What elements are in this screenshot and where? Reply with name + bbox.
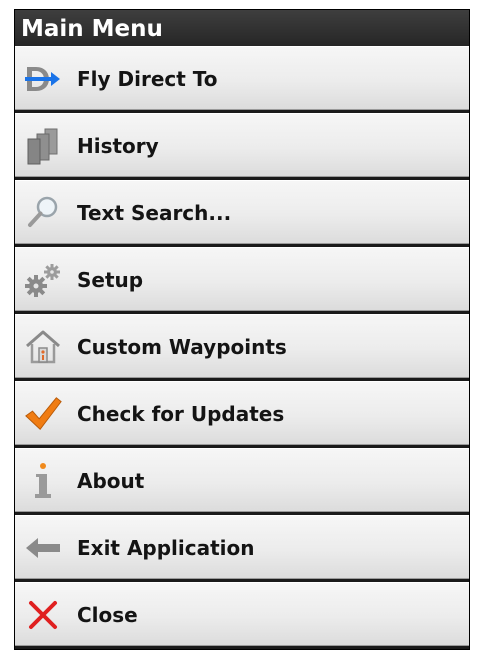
menu-title: Main Menu: [15, 10, 469, 46]
app-frame: Main Menu Fly Direct To History Text Sea…: [0, 0, 483, 652]
menu-item-fly-direct-to[interactable]: Fly Direct To: [15, 46, 469, 110]
menu-item-label: History: [77, 134, 159, 158]
house-waypoint-icon: [23, 328, 63, 366]
checkmark-icon: [23, 395, 63, 433]
menu-item-label: Check for Updates: [77, 402, 285, 426]
menu-item-check-for-updates[interactable]: Check for Updates: [15, 381, 469, 445]
history-icon: [23, 127, 63, 165]
menu-item-setup[interactable]: Setup: [15, 247, 469, 311]
menu-item-label: About: [77, 469, 145, 493]
close-x-icon: [23, 596, 63, 634]
direct-to-icon: [23, 60, 63, 98]
gears-icon: [23, 261, 63, 299]
menu-item-exit-application[interactable]: Exit Application: [15, 515, 469, 579]
main-menu-panel: Main Menu Fly Direct To History Text Sea…: [14, 9, 470, 650]
menu-item-label: Exit Application: [77, 536, 255, 560]
menu-item-about[interactable]: About: [15, 448, 469, 512]
magnifier-icon: [23, 194, 63, 232]
menu-item-label: Fly Direct To: [77, 67, 218, 91]
menu-item-label: Custom Waypoints: [77, 335, 287, 359]
info-icon: [23, 462, 63, 500]
menu-item-label: Text Search...: [77, 201, 232, 225]
menu-item-close[interactable]: Close: [15, 582, 469, 646]
arrow-left-icon: [23, 529, 63, 567]
menu-item-history[interactable]: History: [15, 113, 469, 177]
menu-item-custom-waypoints[interactable]: Custom Waypoints: [15, 314, 469, 378]
menu-item-text-search[interactable]: Text Search...: [15, 180, 469, 244]
menu-list: Fly Direct To History Text Search... Set…: [15, 46, 469, 649]
menu-item-label: Setup: [77, 268, 144, 292]
menu-item-label: Close: [77, 603, 138, 627]
